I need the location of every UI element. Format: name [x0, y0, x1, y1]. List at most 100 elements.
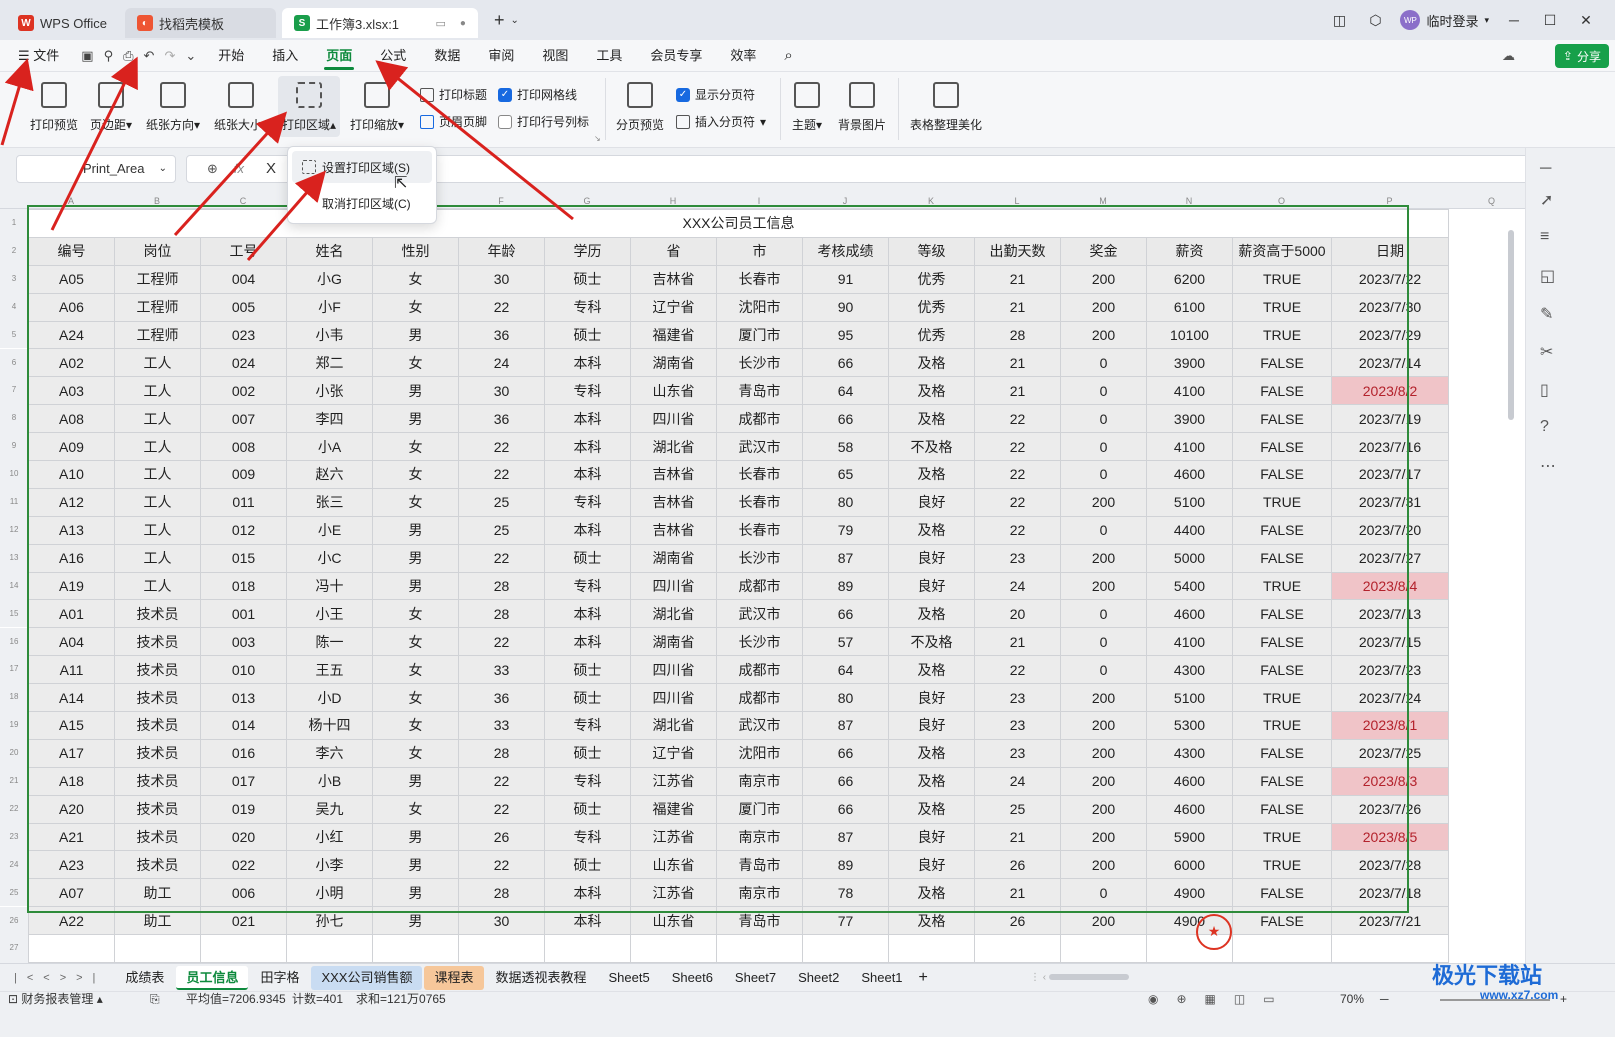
data-cell[interactable]: 2023/7/21 — [1330, 906, 1450, 936]
background-image-button[interactable]: 背景图片 — [838, 82, 886, 133]
header-cell[interactable]: 工号 — [200, 236, 287, 266]
data-cell[interactable]: 硕士 — [544, 655, 631, 685]
data-cell[interactable]: 技术员 — [114, 794, 201, 824]
data-cell[interactable]: 200 — [1060, 571, 1147, 601]
empty-cell[interactable] — [286, 934, 373, 963]
data-cell[interactable]: 四川省 — [630, 655, 717, 685]
header-cell[interactable]: 省 — [630, 236, 717, 266]
data-cell[interactable]: 陈一 — [286, 627, 373, 657]
empty-cell[interactable] — [888, 934, 975, 963]
data-cell[interactable]: 23 — [974, 738, 1061, 768]
data-cell[interactable]: 0 — [1060, 404, 1147, 434]
data-cell[interactable]: 200 — [1060, 794, 1147, 824]
data-cell[interactable]: 不及格 — [888, 627, 975, 657]
data-cell[interactable]: 012 — [200, 515, 287, 545]
data-cell[interactable]: 良好 — [888, 711, 975, 740]
data-cell[interactable]: 女 — [372, 460, 459, 489]
doc-indicator[interactable]: ⊡ 财务报表管理 ▴ — [8, 992, 103, 1006]
header-footer-button[interactable]: 页眉页脚 — [420, 113, 487, 130]
data-cell[interactable]: 30 — [458, 264, 545, 294]
row-header[interactable]: 13 — [0, 543, 28, 572]
row-header[interactable]: 6 — [0, 348, 28, 377]
sheet-tab[interactable]: 课程表 — [424, 965, 484, 990]
data-cell[interactable]: 及格 — [888, 376, 975, 406]
data-cell[interactable]: A18 — [28, 766, 115, 796]
column-header-G[interactable]: G — [544, 193, 630, 209]
data-cell[interactable]: A10 — [28, 460, 115, 489]
data-cell[interactable]: 4600 — [1146, 766, 1233, 796]
data-cell[interactable]: 本科 — [544, 515, 631, 545]
data-cell[interactable]: 22 — [458, 766, 545, 796]
file-menu[interactable]: ☰ 文件 — [0, 40, 73, 72]
data-cell[interactable]: 023 — [200, 320, 287, 350]
data-cell[interactable]: 李四 — [286, 404, 373, 434]
print-preview-button[interactable]: 打印预览 — [30, 82, 78, 133]
data-cell[interactable]: A01 — [28, 599, 115, 629]
header-cell[interactable]: 奖金 — [1060, 236, 1147, 266]
data-cell[interactable]: 80 — [802, 683, 889, 713]
data-cell[interactable]: 23 — [974, 683, 1061, 713]
data-cell[interactable]: 小B — [286, 766, 373, 796]
data-cell[interactable]: 专科 — [544, 822, 631, 852]
data-cell[interactable]: 女 — [372, 292, 459, 322]
data-cell[interactable]: 本科 — [544, 599, 631, 629]
data-cell[interactable]: 青岛市 — [716, 376, 803, 406]
scroll-thumb[interactable] — [1508, 230, 1514, 420]
cloud-icon[interactable]: ☁ — [1502, 48, 1515, 64]
data-cell[interactable]: 25 — [458, 515, 545, 545]
data-cell[interactable]: 技术员 — [114, 850, 201, 880]
data-cell[interactable]: 4600 — [1146, 599, 1233, 629]
data-cell[interactable]: 66 — [802, 348, 889, 378]
add-sheet-button[interactable]: + — [919, 969, 928, 987]
data-cell[interactable]: FALSE — [1232, 738, 1332, 768]
chevron-down-icon[interactable]: ⌄ — [510, 15, 518, 26]
data-cell[interactable]: A15 — [28, 711, 115, 740]
empty-cell[interactable] — [802, 934, 889, 963]
data-cell[interactable]: 厦门市 — [716, 320, 803, 350]
data-cell[interactable]: 21 — [974, 292, 1061, 322]
dialog-launcher-icon[interactable]: ↘ — [594, 134, 601, 143]
data-cell[interactable]: 男 — [372, 850, 459, 880]
sheet-tab[interactable]: Sheet7 — [725, 966, 786, 990]
sheet-tab[interactable]: 田字格 — [250, 966, 309, 990]
row-header[interactable]: 27 — [0, 934, 28, 963]
data-cell[interactable]: A07 — [28, 878, 115, 908]
data-cell[interactable]: 技术员 — [114, 683, 201, 713]
sheet-tab[interactable]: Sheet6 — [662, 966, 723, 990]
row-header[interactable]: 16 — [0, 627, 28, 656]
h-scroll-arrows[interactable]: ⋮ ‹ — [1030, 972, 1129, 983]
data-cell[interactable]: 30 — [458, 906, 545, 936]
sheet-tab[interactable]: Sheet5 — [599, 966, 660, 990]
print-area-button[interactable]: 打印区域▴ — [278, 76, 341, 137]
data-cell[interactable]: 0 — [1060, 878, 1147, 908]
data-cell[interactable]: 长沙市 — [716, 543, 803, 573]
data-cell[interactable]: 湖北省 — [630, 432, 717, 462]
data-cell[interactable]: 王五 — [286, 655, 373, 685]
data-cell[interactable]: 22 — [458, 794, 545, 824]
data-cell[interactable]: 及格 — [888, 738, 975, 768]
data-cell[interactable]: 武汉市 — [716, 432, 803, 462]
data-cell[interactable]: 女 — [372, 487, 459, 517]
data-cell[interactable]: 工人 — [114, 515, 201, 545]
data-cell[interactable]: 21 — [974, 264, 1061, 294]
signature-icon[interactable]: ✎ — [1540, 304, 1553, 324]
data-cell[interactable]: 本科 — [544, 460, 631, 489]
header-cell[interactable]: 市 — [716, 236, 803, 266]
data-cell[interactable]: 4100 — [1146, 376, 1233, 406]
data-cell[interactable]: 本科 — [544, 404, 631, 434]
data-cell[interactable]: 小红 — [286, 822, 373, 852]
data-cell[interactable]: 及格 — [888, 655, 975, 685]
tab-docer[interactable]: ◐ 找稻壳模板 — [124, 8, 276, 38]
data-cell[interactable]: 28 — [458, 571, 545, 601]
data-cell[interactable]: 专科 — [544, 571, 631, 601]
data-cell[interactable]: 青岛市 — [716, 850, 803, 880]
data-cell[interactable]: 及格 — [888, 348, 975, 378]
empty-cell[interactable] — [458, 934, 545, 963]
data-cell[interactable]: 0 — [1060, 627, 1147, 657]
data-cell[interactable]: 福建省 — [630, 794, 717, 824]
data-cell[interactable]: 22 — [974, 655, 1061, 685]
data-cell[interactable]: TRUE — [1232, 487, 1332, 517]
data-cell[interactable]: 90 — [802, 292, 889, 322]
sheet-tab[interactable]: 数据透视表教程 — [486, 966, 597, 990]
data-cell[interactable]: TRUE — [1232, 320, 1332, 350]
